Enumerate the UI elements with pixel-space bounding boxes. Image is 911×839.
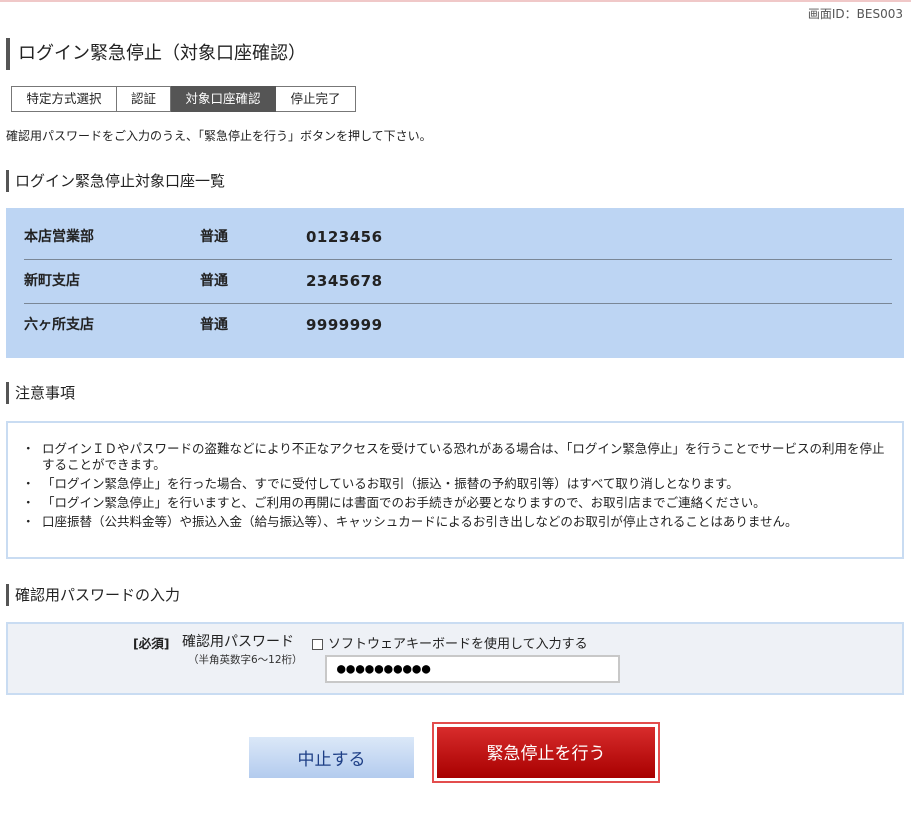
account-row: 六ヶ所支店 普通 9999999	[24, 304, 892, 347]
notes-list: ログインＩＤやパスワードの盗難などにより不正なアクセスを受けている恐れがある場合…	[22, 441, 888, 530]
software-keyboard-checkbox[interactable]	[312, 639, 323, 650]
step-stop-complete: 停止完了	[276, 86, 356, 112]
cancel-button[interactable]: 中止する	[249, 737, 414, 778]
password-input[interactable]	[325, 655, 620, 683]
notes-box: ログインＩＤやパスワードの盗難などにより不正なアクセスを受けている恐れがある場合…	[6, 421, 904, 559]
note-item: 口座振替（公共料金等）や振込入金（給与振込等）、キャッシュカードによるお引き出し…	[22, 514, 888, 530]
instruction-text: 確認用パスワードをご入力のうえ、「緊急停止を行う」ボタンを押して下さい。	[6, 129, 432, 143]
step-indicator: 特定方式選択 認証 対象口座確認 停止完了	[11, 86, 356, 112]
emergency-stop-button-frame: 緊急停止を行う	[432, 722, 660, 783]
account-type: 普通	[200, 229, 228, 245]
account-number: 2345678	[306, 272, 383, 290]
account-branch: 本店営業部	[24, 229, 94, 245]
account-row: 新町支店 普通 2345678	[24, 260, 892, 304]
account-type: 普通	[200, 273, 228, 289]
accounts-heading: ログイン緊急停止対象口座一覧	[6, 170, 225, 192]
account-number: 9999999	[306, 316, 383, 334]
password-heading: 確認用パスワードの入力	[6, 584, 180, 606]
step-account-confirmation: 対象口座確認	[171, 86, 276, 112]
accounts-list: 本店営業部 普通 0123456 新町支店 普通 2345678 六ヶ所支店 普…	[6, 208, 904, 358]
note-item: ログインＩＤやパスワードの盗難などにより不正なアクセスを受けている恐れがある場合…	[22, 441, 888, 473]
top-border	[0, 0, 911, 2]
account-number: 0123456	[306, 228, 383, 246]
required-badge: [必須]	[133, 636, 170, 651]
account-branch: 新町支店	[24, 273, 80, 289]
account-type: 普通	[200, 317, 228, 333]
account-branch: 六ヶ所支店	[24, 317, 94, 333]
emergency-stop-button[interactable]: 緊急停止を行う	[437, 727, 655, 778]
notes-heading: 注意事項	[6, 382, 75, 404]
account-row: 本店営業部 普通 0123456	[24, 216, 892, 260]
software-keyboard-label[interactable]: ソフトウェアキーボードを使用して入力する	[328, 633, 588, 652]
step-authentication: 認証	[117, 86, 171, 112]
note-item: 「ログイン緊急停止」を行いますと、ご利用の再開には書面でのお手続きが必要となりま…	[22, 495, 888, 511]
password-box: [必須] 確認用パスワード （半角英数字6～12桁） ソフトウェアキーボードを使…	[6, 622, 904, 695]
password-label: 確認用パスワード	[182, 634, 294, 650]
page-title: ログイン緊急停止（対象口座確認）	[6, 38, 306, 70]
password-hint: （半角英数字6～12桁）	[188, 654, 303, 666]
screen-id: 画面ID：BES003	[807, 7, 903, 21]
step-method-selection: 特定方式選択	[11, 86, 117, 112]
note-item: 「ログイン緊急停止」を行った場合、すでに受付しているお取引（振込・振替の予約取引…	[22, 476, 888, 492]
